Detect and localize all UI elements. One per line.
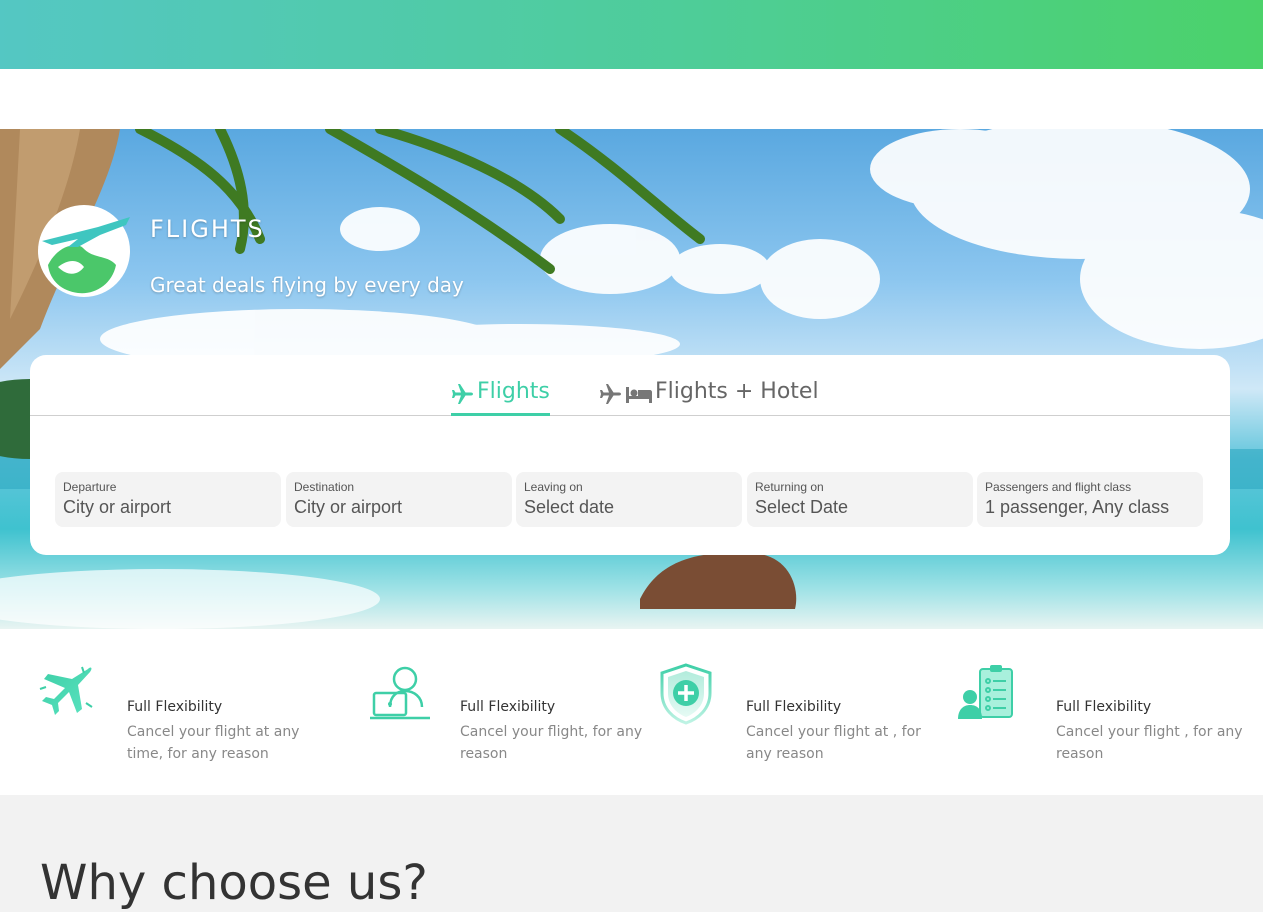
destination-field[interactable]: Destination [286,472,512,527]
feature-title: Full Flexibility [1056,699,1152,715]
person-laptop-icon [370,666,430,720]
departure-field[interactable]: Departure [55,472,281,527]
feature-description: Cancel your flight at any time, for any … [127,724,300,762]
destination-input[interactable] [294,497,509,518]
tab-flights[interactable]: Flights [451,379,550,416]
departure-label: Departure [63,480,117,494]
shield-plus-icon [660,663,712,725]
why-choose-us-heading: Why choose us? [40,855,428,911]
feature-description: Cancel your flight at , for any reason [746,724,921,762]
search-card: Flights Flights + Hotel Departure Destin… [30,355,1230,555]
passengers-field[interactable]: Passengers and flight class [977,472,1203,527]
passengers-label: Passengers and flight class [985,480,1132,494]
returning-on-label: Returning on [755,480,824,494]
feature-description: Cancel your flight, for any reason [460,724,643,762]
leaving-on-field[interactable]: Leaving on [516,472,742,527]
leaving-on-label: Leaving on [524,480,583,494]
tab-flights-label: Flights [477,379,550,404]
feature-title: Full Flexibility [460,699,556,715]
feature-title: Full Flexibility [127,699,223,715]
departure-input[interactable] [63,497,278,518]
destination-label: Destination [294,480,355,494]
plane-icon [452,384,473,404]
leaving-on-input[interactable] [524,497,739,518]
airplane-icon [39,666,93,715]
hero-subtitle: Great deals flying by every day [150,273,464,297]
feature-title: Full Flexibility [746,699,842,715]
passengers-input[interactable] [985,497,1200,518]
person-checklist-icon [958,665,1013,719]
feature-description: Cancel your flight , for any reason [1056,724,1243,762]
plane-icon [600,384,621,404]
features-section: Full Flexibility Cancel your flight at a… [0,629,1263,795]
hero-title: FLIGHTS [150,215,265,243]
returning-on-input[interactable] [755,497,970,518]
header-bar [0,0,1263,69]
tab-flights-hotel-label: Flights + Hotel [655,379,819,404]
tab-flights-hotel[interactable]: Flights + Hotel [599,379,819,416]
search-tabs: Flights Flights + Hotel [30,355,1230,416]
returning-on-field[interactable]: Returning on [747,472,973,527]
why-choose-us-section: Why choose us? [0,795,1263,912]
bed-icon [626,387,652,403]
flights-logo [38,205,130,297]
